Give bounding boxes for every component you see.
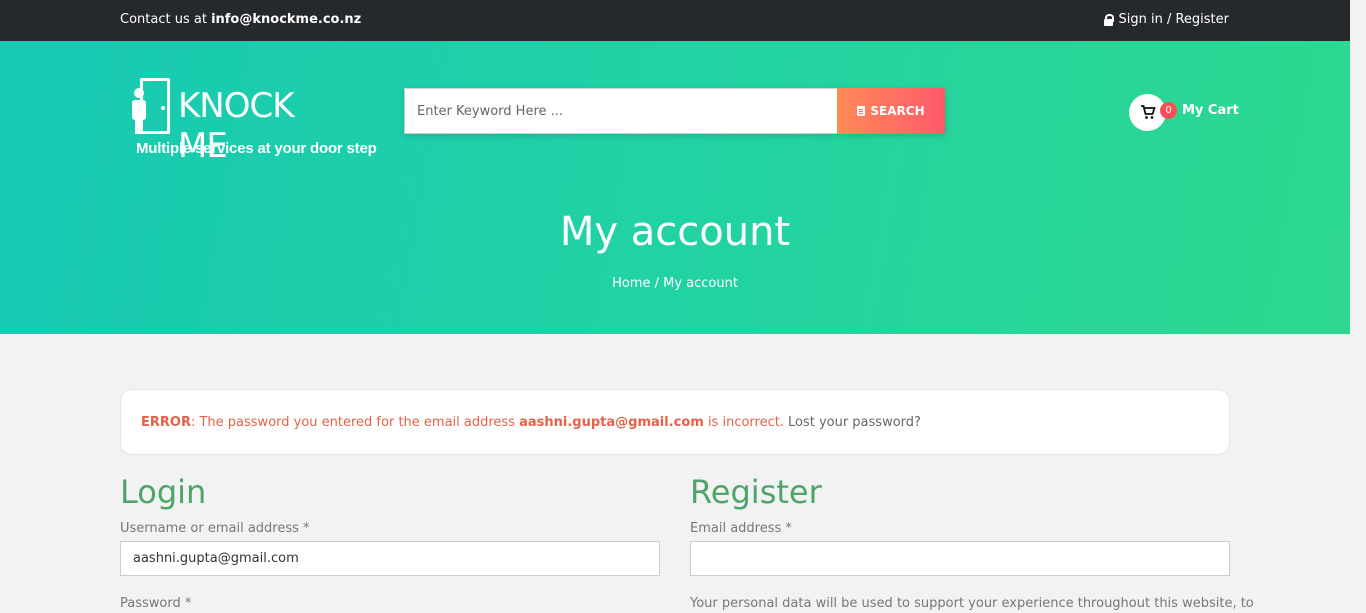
cart-widget[interactable]: 0 My Cart [1129, 94, 1239, 132]
door-knob-icon [161, 106, 165, 110]
login-section: Login Username or email address * Passwo… [120, 470, 660, 611]
register-email-label: Email address * [690, 521, 792, 536]
register-heading: Register [690, 473, 822, 511]
lock-icon [1104, 14, 1115, 26]
password-label: Password * [120, 596, 192, 611]
cart-label[interactable]: My Cart [1182, 103, 1239, 118]
error-message-before: : The password you entered for the email… [190, 414, 520, 430]
login-heading: Login [120, 473, 207, 511]
register-email-field[interactable] [690, 541, 1230, 576]
search-button-label: SEARCH [870, 104, 925, 118]
contact-prefix: Contact us at [120, 12, 212, 27]
error-message-after: is incorrect. [703, 414, 784, 430]
contact-info: Contact us at info@knockme.co.nz [120, 12, 361, 27]
search-bar: SEARCH [404, 88, 945, 134]
shopping-cart-icon [1140, 105, 1156, 119]
search-button[interactable]: SEARCH [837, 88, 945, 134]
username-label: Username or email address * [120, 521, 310, 536]
site-logo[interactable]: KNOCK ME Multiple services at your door … [130, 76, 377, 166]
register-section: Register Email address * Your personal d… [690, 470, 1254, 611]
breadcrumb: Home / My account [612, 276, 738, 291]
top-bar: Contact us at info@knockme.co.nz Sign in… [0, 0, 1350, 41]
error-label: ERROR [141, 414, 191, 430]
header-hero: KNOCK ME Multiple services at your door … [0, 41, 1350, 334]
error-email: aashni.gupta@gmail.com [519, 414, 704, 430]
privacy-notice: Your personal data will be used to suppo… [690, 596, 1254, 611]
username-field[interactable] [120, 541, 660, 576]
error-notice: ERROR: The password you entered for the … [120, 389, 1230, 455]
document-icon [857, 106, 866, 116]
page-title: My account [559, 209, 791, 255]
logo-tagline: Multiple services at your door step [136, 140, 377, 157]
lost-password-link[interactable]: Lost your password? [788, 415, 921, 430]
signin-register-label: Sign in / Register [1118, 12, 1229, 27]
signin-register-link[interactable]: Sign in / Register [1104, 12, 1229, 27]
search-input[interactable] [404, 88, 837, 134]
cart-count-badge: 0 [1160, 102, 1177, 119]
person-icon [132, 88, 146, 134]
contact-email-link[interactable]: info@knockme.co.nz [211, 12, 361, 27]
